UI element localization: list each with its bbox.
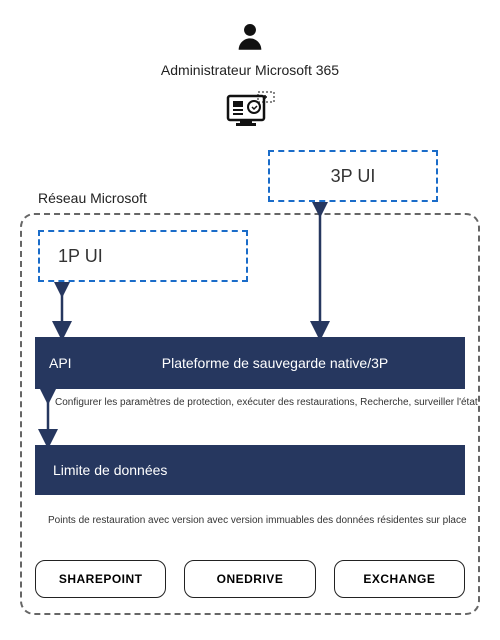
third-party-ui-label: 3P UI bbox=[331, 166, 376, 187]
restore-description: Points de restauration avec version avec… bbox=[48, 515, 480, 526]
service-label: SHAREPOINT bbox=[59, 572, 143, 586]
data-boundary-bar: Limite de données bbox=[35, 445, 465, 495]
service-label: EXCHANGE bbox=[363, 572, 435, 586]
arrow-1p-to-api bbox=[52, 282, 72, 342]
services-row: SHAREPOINT ONEDRIVE EXCHANGE bbox=[35, 560, 465, 598]
service-onedrive: ONEDRIVE bbox=[184, 560, 315, 598]
first-party-ui-box: 1P UI bbox=[38, 230, 248, 282]
config-description: Configurer les paramètres de protection,… bbox=[55, 397, 480, 408]
data-boundary-label: Limite de données bbox=[53, 462, 167, 478]
third-party-ui-box: 3P UI bbox=[268, 150, 438, 202]
admin-title: Administrateur Microsoft 365 bbox=[161, 62, 339, 78]
service-exchange: EXCHANGE bbox=[334, 560, 465, 598]
user-icon bbox=[233, 20, 267, 59]
network-label: Réseau Microsoft bbox=[38, 190, 147, 206]
monitor-icon bbox=[224, 90, 276, 139]
platform-label: Plateforme de sauvegarde native/3P bbox=[105, 355, 465, 371]
first-party-ui-label: 1P UI bbox=[58, 246, 103, 267]
service-sharepoint: SHAREPOINT bbox=[35, 560, 166, 598]
api-platform-bar: API Plateforme de sauvegarde native/3P bbox=[35, 337, 465, 389]
api-label: API bbox=[35, 355, 105, 371]
arrow-3p-to-api bbox=[310, 202, 330, 342]
service-label: ONEDRIVE bbox=[217, 572, 284, 586]
